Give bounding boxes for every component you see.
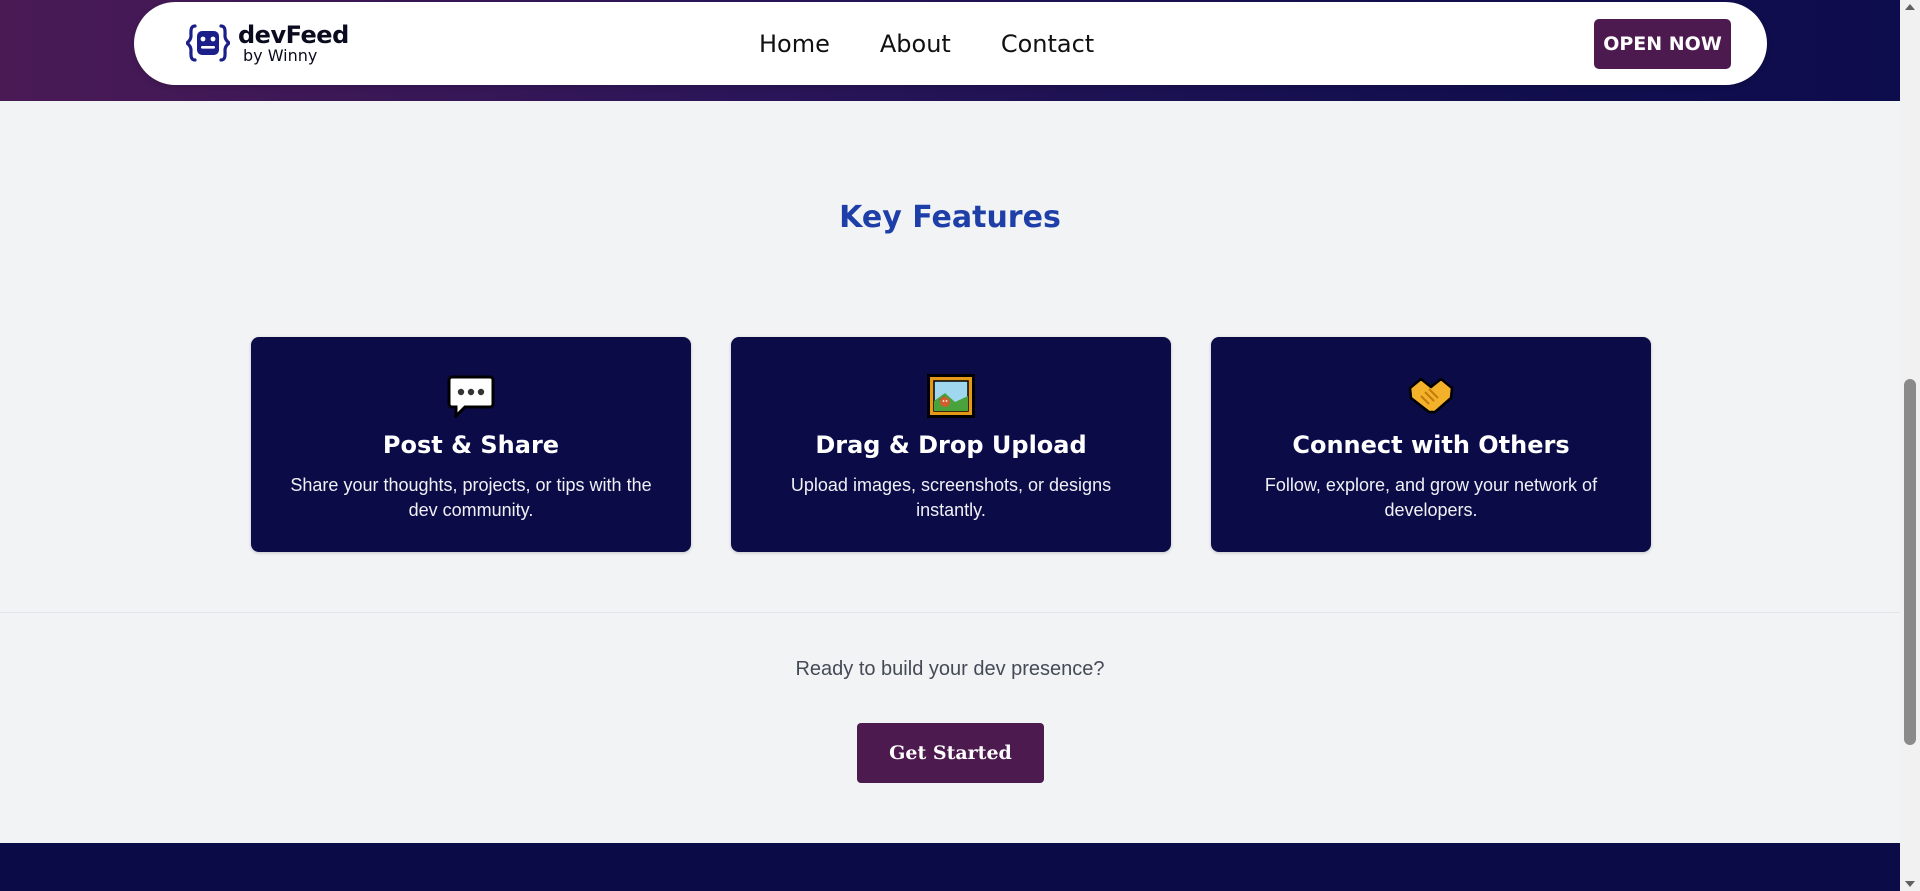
get-started-button[interactable]: Get Started: [857, 723, 1044, 783]
footer: [0, 843, 1900, 891]
feature-card-description: Upload images, screenshots, or designs i…: [790, 475, 1112, 520]
framed-picture-icon: [927, 373, 975, 419]
feature-card-upload: Drag & Drop Upload Upload images, screen…: [731, 337, 1171, 552]
speech-bubble-icon: [447, 373, 495, 419]
brand-logo[interactable]: devFeed by Winny: [186, 22, 349, 64]
vertical-scrollbar[interactable]: [1900, 0, 1920, 891]
nav-home-link[interactable]: Home: [759, 30, 830, 58]
section-divider: [0, 612, 1900, 613]
feature-card-description: Share your thoughts, projects, or tips w…: [290, 475, 652, 520]
feature-card-connect: Connect with Others Follow, explore, and…: [1211, 337, 1651, 552]
handshake-icon: [1407, 373, 1455, 419]
feature-card-post-share: Post & Share Share your thoughts, projec…: [251, 337, 691, 552]
feature-card-title: Connect with Others: [1292, 431, 1570, 459]
nav-contact-link[interactable]: Contact: [1001, 30, 1094, 58]
feature-card-title: Post & Share: [382, 431, 560, 459]
nav-links: Home About Contact: [759, 30, 1094, 58]
open-now-button[interactable]: OPEN NOW: [1594, 19, 1731, 69]
brand-name: devFeed: [238, 20, 349, 49]
logo-icon: [186, 24, 230, 62]
brand-subtitle: by Winny: [243, 45, 318, 65]
nav-about-link[interactable]: About: [880, 30, 951, 58]
scroll-up-arrow-icon[interactable]: [1905, 4, 1915, 10]
cta-text: Ready to build your dev presence?: [795, 658, 1105, 680]
scrollbar-thumb[interactable]: [1904, 379, 1916, 745]
feature-cards: Post & Share Share your thoughts, projec…: [251, 337, 1651, 552]
feature-card-title: Drag & Drop Upload: [815, 431, 1087, 459]
scroll-down-arrow-icon[interactable]: [1905, 881, 1915, 887]
page: devFeed by Winny Home About Contact OPEN…: [0, 0, 1900, 891]
navbar: devFeed by Winny Home About Contact OPEN…: [134, 2, 1767, 85]
header-band: devFeed by Winny Home About Contact OPEN…: [0, 0, 1900, 101]
features-heading: Key Features: [839, 200, 1061, 235]
feature-card-description: Follow, explore, and grow your network o…: [1264, 475, 1598, 520]
